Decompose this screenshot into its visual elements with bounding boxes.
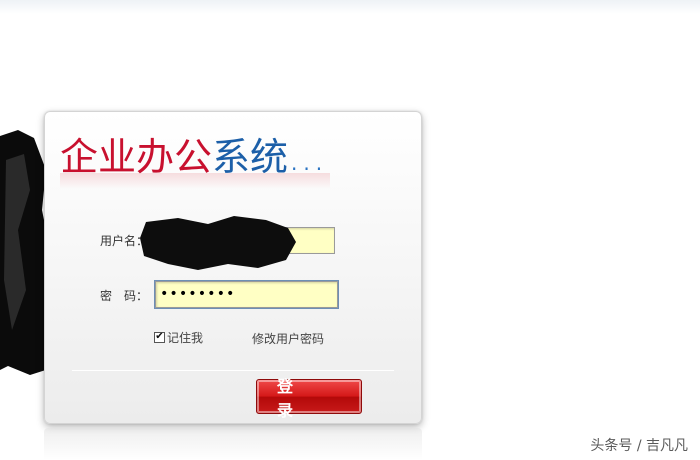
change-password-link[interactable]: 修改用户密码 [252,330,324,347]
panel-reflection [44,428,422,460]
password-label: 密 码： [100,289,149,303]
divider [72,370,394,371]
title-dots: ... [291,151,329,175]
redaction-mark-username [140,216,296,270]
remember-checkbox[interactable]: ✔ [154,331,165,343]
top-strip [0,0,700,14]
watermark: 头条号 / 吉凡凡 [590,438,688,454]
password-input[interactable]: •••••••• [154,280,339,309]
remember-me[interactable]: ✔ 记住我 [154,330,204,345]
title-reflection [60,173,330,189]
remember-label: 记住我 [167,330,204,345]
login-button[interactable]: 登 录 [256,377,362,420]
